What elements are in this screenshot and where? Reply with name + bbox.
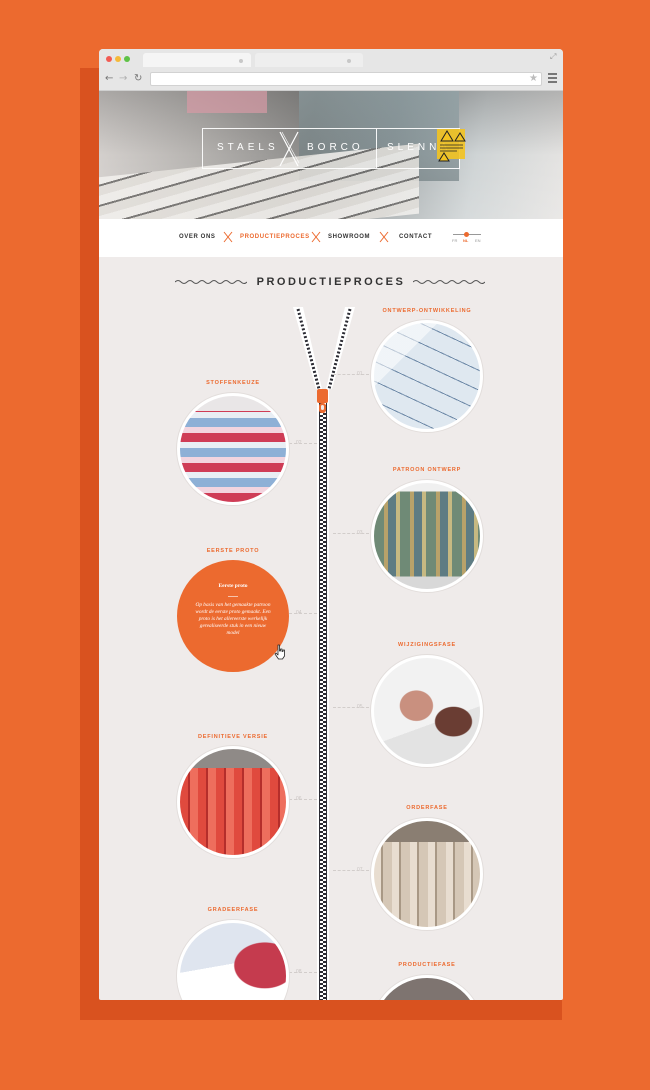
step-title-9[interactable]: PRODUCTIEFASE (362, 962, 492, 969)
step-title-2[interactable]: STOFFENKEUZE (168, 380, 298, 387)
zipper-timeline (293, 307, 355, 1000)
step-title-7[interactable]: ORDERFASE (362, 805, 492, 812)
hover-card-text: Op basis van het gemaakte patroon wordt … (195, 602, 271, 636)
step-photo-stoffenkeuze[interactable] (177, 393, 289, 505)
step-connector-7 (333, 870, 369, 871)
hover-card-divider (228, 596, 238, 597)
step-connector-6 (289, 799, 317, 800)
step-connector-5 (333, 707, 369, 708)
step-connector-4 (289, 613, 317, 614)
step-photo-ontwerp[interactable] (371, 320, 483, 432)
hover-card-title: Eerste proto (218, 583, 248, 589)
step-title-1[interactable]: ONTWERP-ONTWIKKELING (362, 308, 492, 315)
step-connector-1 (333, 374, 369, 375)
step-connector-8 (289, 972, 317, 973)
step-title-4[interactable]: EERSTE PROTO (168, 548, 298, 555)
step-photo-orderfase[interactable] (371, 818, 483, 930)
step-connector-3 (333, 533, 369, 534)
step-title-3[interactable]: PATROON ONTWERP (362, 467, 492, 474)
step-title-5[interactable]: WIJZIGINGSFASE (362, 642, 492, 649)
step-title-6[interactable]: DEFINITIEVE VERSIE (168, 734, 298, 741)
step-connector-2 (289, 443, 317, 444)
step-title-8[interactable]: GRADEERFASE (168, 907, 298, 914)
hand-cursor-icon (274, 644, 285, 660)
step-hover-card-eerste-proto[interactable]: Eerste proto Op basis van het gemaakte p… (177, 560, 289, 672)
step-photo-definitieve-versie[interactable] (177, 746, 289, 858)
step-photo-patroon[interactable] (371, 480, 483, 592)
step-photo-wijzigingsfase[interactable] (371, 655, 483, 767)
browser-window: ⤢ ← → ↻ ★ STAELS BORCO SLENNA OVER ONS P… (99, 49, 563, 1000)
